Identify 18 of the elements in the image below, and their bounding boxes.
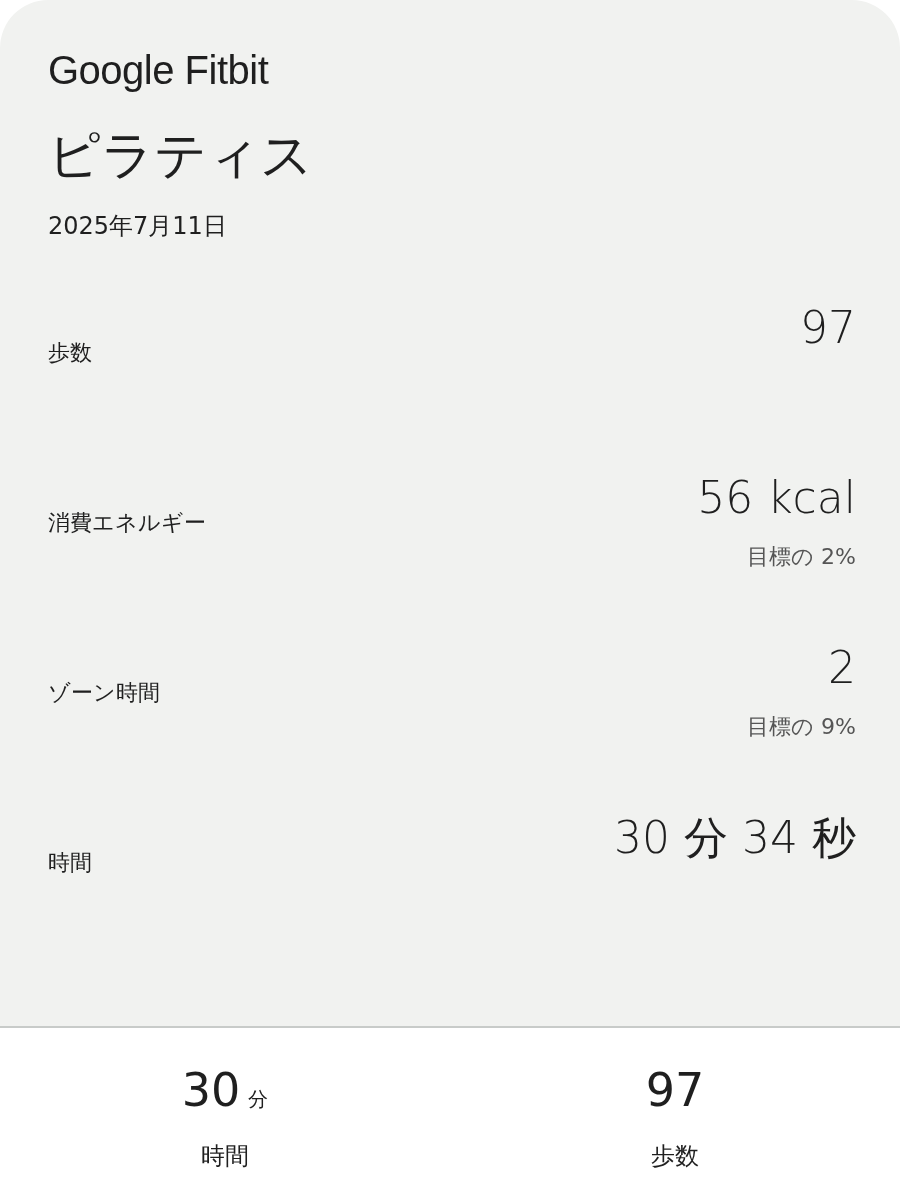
- metric-label: 時間: [48, 849, 92, 877]
- activity-title: ピラティス: [48, 124, 314, 187]
- goal-percent: 目標の 9%: [747, 713, 856, 741]
- metric-label: 消費エネルギー: [48, 509, 206, 537]
- summary-unit: 分: [248, 1086, 269, 1113]
- summary-label: 歩数: [651, 1141, 699, 1172]
- goal-percent: 目標の 2%: [747, 543, 856, 571]
- metric-label: ゾーン時間: [48, 679, 160, 707]
- brand-logo: Google Fitbit: [48, 47, 270, 94]
- activity-date: 2025年7月11日: [48, 211, 228, 242]
- metric-value: 30 分 34 秒: [614, 811, 856, 865]
- summary-value: 30: [181, 1062, 241, 1118]
- metric-value: 2: [828, 641, 856, 695]
- metric-label: 歩数: [48, 339, 92, 367]
- summary-label: 時間: [201, 1141, 249, 1172]
- metric-value: 97: [800, 301, 856, 355]
- metric-value: 56 kcal: [697, 471, 856, 525]
- summary-value: 97: [645, 1062, 705, 1118]
